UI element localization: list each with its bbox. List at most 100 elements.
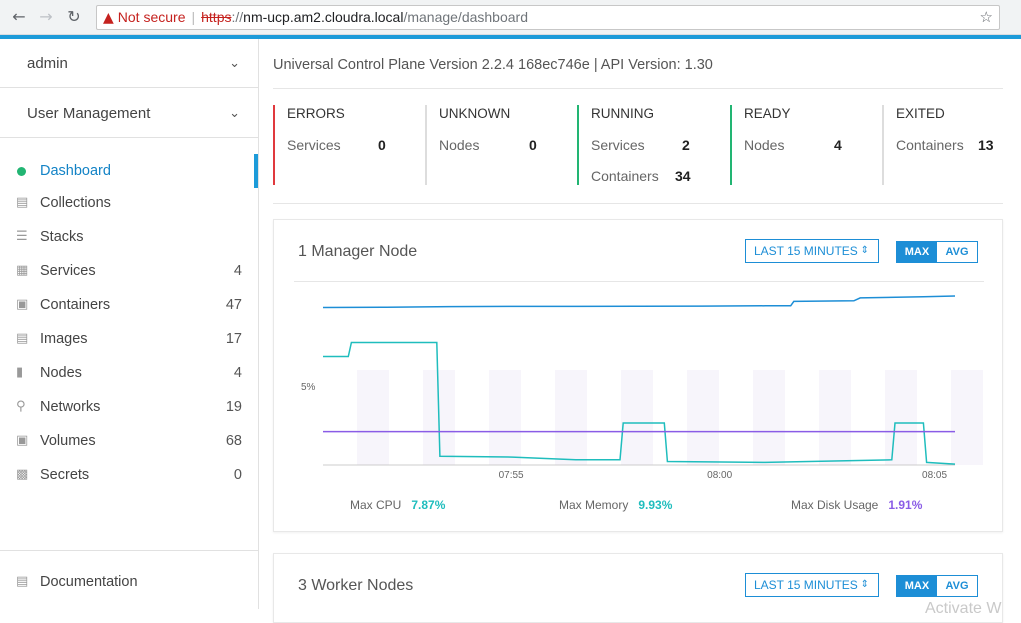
activate-windows-watermark: Activate W	[925, 600, 1002, 617]
stat-row: Nodes 4	[744, 137, 842, 153]
chart-band	[885, 370, 917, 465]
sidebar-item-documentation[interactable]: ▤ Documentation	[0, 565, 258, 599]
max-avg-toggle: MAX AVG	[896, 241, 978, 263]
stat-row: Services 0	[287, 137, 386, 153]
divider	[273, 203, 1003, 204]
legend-value: 7.87%	[411, 498, 446, 512]
network-icon: ⚲	[16, 399, 26, 414]
section-dropdown[interactable]: User Management ⌄	[0, 89, 258, 138]
sidebar-item-networks[interactable]: ⚲ Networks 19	[0, 390, 258, 424]
sidebar-item-label: Nodes	[40, 365, 82, 381]
sidebar-item-volumes[interactable]: ▣ Volumes 68	[0, 424, 258, 458]
series-line-max-memory	[322, 295, 956, 309]
stat-title: RUNNING	[591, 106, 654, 121]
bookmark-star-icon[interactable]: ☆	[980, 6, 993, 29]
stat-title: ERRORS	[287, 106, 345, 121]
sidebar-item-collections[interactable]: ▤ Collections	[0, 186, 258, 220]
stat-running[interactable]: RUNNING Services 2 Containers 34	[577, 105, 730, 185]
stat-title: EXITED	[896, 106, 945, 121]
x-tick-label: 08:05	[922, 470, 947, 481]
sort-arrows-icon: ⇕	[860, 579, 869, 590]
collections-icon: ▤	[16, 195, 29, 210]
stacks-icon: ☰	[16, 229, 28, 244]
version-info: Universal Control Plane Version 2.2.4 16…	[273, 57, 713, 73]
sidebar-item-stacks[interactable]: ☰ Stacks	[0, 220, 258, 254]
legend-label: Max Disk Usage	[791, 498, 879, 512]
chevron-down-icon: ⌄	[229, 106, 240, 121]
sidebar-item-label: Dashboard	[40, 163, 111, 179]
avg-button[interactable]: AVG	[937, 576, 977, 596]
browser-toolbar: ← → ↻ ▲ Not secure | https://nm-ucp.am2.clo…	[0, 0, 1021, 35]
sidebar-footer: ▤ Documentation	[0, 550, 258, 609]
legend-label: Max CPU	[350, 498, 402, 512]
sidebar-item-label: Stacks	[40, 229, 84, 245]
x-tick-label: 08:00	[707, 470, 732, 481]
node-icon: ▮	[16, 365, 24, 380]
services-icon: ▦	[16, 263, 29, 278]
sidebar-item-containers[interactable]: ▣ Containers 47	[0, 288, 258, 322]
divider: |	[191, 9, 196, 25]
sidebar-item-count: 0	[233, 467, 242, 483]
url-path: /manage/dashboard	[403, 9, 528, 25]
time-range-label: LAST 15 MINUTES	[754, 578, 858, 592]
sidebar-item-count: 47	[225, 297, 242, 313]
warning-triangle-icon: ▲	[103, 10, 114, 26]
stat-unknown[interactable]: UNKNOWN Nodes 0	[425, 105, 577, 185]
chart-band	[753, 370, 785, 465]
sidebar: admin ⌄ User Management ⌄ Dashboard ▤ Co…	[0, 39, 259, 609]
max-avg-toggle: MAX AVG	[896, 575, 978, 597]
avg-button[interactable]: AVG	[937, 242, 977, 262]
legend-cpu: Max CPU 7.87%	[350, 498, 445, 512]
max-button[interactable]: MAX	[897, 576, 937, 596]
reload-icon[interactable]: ↻	[64, 7, 84, 27]
sidebar-item-count: 68	[225, 433, 242, 449]
stat-title: UNKNOWN	[439, 106, 511, 121]
time-range-label: LAST 15 MINUTES	[754, 244, 858, 258]
y-tick-label: 5%	[301, 382, 316, 393]
stat-ready[interactable]: READY Nodes 4	[730, 105, 882, 185]
sidebar-item-count: 4	[233, 263, 242, 279]
stat-row: Nodes 0	[439, 137, 537, 153]
url-host: nm-ucp.am2.cloudra.local	[243, 9, 404, 25]
sidebar-item-secrets[interactable]: ▩ Secrets 0	[0, 458, 258, 492]
sidebar-item-count: 17	[225, 331, 242, 347]
sidebar-item-label: Images	[40, 331, 88, 347]
sidebar-item-label: Documentation	[40, 574, 138, 590]
container-icon: ▣	[16, 297, 29, 312]
panel-title: 3 Worker Nodes	[298, 577, 414, 594]
x-tick-label: 07:55	[499, 470, 524, 481]
sidebar-item-nodes[interactable]: ▮ Nodes 4	[0, 356, 258, 390]
security-label: Not secure	[117, 9, 186, 25]
forward-arrow-icon[interactable]: →	[36, 7, 56, 27]
sidebar-item-services[interactable]: ▦ Services 4	[0, 254, 258, 288]
manager-metrics-chart: 5% 07:55 08:00 08:05	[301, 295, 983, 481]
legend-value: 9.93%	[638, 498, 673, 512]
url-separator: ://	[231, 9, 244, 25]
divider	[273, 88, 1003, 89]
chart-band	[621, 370, 653, 465]
sidebar-item-images[interactable]: ▤ Images 17	[0, 322, 258, 356]
chart-band	[819, 370, 851, 465]
legend-memory: Max Memory 9.93%	[559, 498, 672, 512]
panel-title: 1 Manager Node	[298, 243, 418, 260]
lock-icon: ▩	[16, 467, 29, 482]
chart-background-bands	[357, 370, 983, 465]
legend-value: 1.91%	[888, 498, 923, 512]
section-name: User Management	[27, 105, 151, 122]
sidebar-item-dashboard[interactable]: Dashboard	[0, 154, 258, 188]
address-bar[interactable]: ▲ Not secure | https://nm-ucp.am2.cloudra.l…	[96, 5, 1000, 30]
sidebar-item-count: 4	[233, 365, 242, 381]
stat-errors[interactable]: ERRORS Services 0	[273, 105, 425, 185]
chart-band	[555, 370, 587, 465]
status-dot-icon	[17, 167, 26, 176]
stat-row: Containers 34	[591, 168, 691, 184]
max-button[interactable]: MAX	[897, 242, 937, 262]
stat-exited[interactable]: EXITED Containers 13	[882, 105, 1012, 185]
sidebar-item-label: Containers	[40, 297, 111, 313]
time-range-select[interactable]: LAST 15 MINUTES ⇕	[745, 573, 879, 597]
legend-label: Max Memory	[559, 498, 629, 512]
back-arrow-icon[interactable]: ←	[9, 7, 29, 27]
user-dropdown[interactable]: admin ⌄	[0, 39, 258, 88]
worker-nodes-panel: 3 Worker Nodes LAST 15 MINUTES ⇕ MAX AVG	[273, 553, 1003, 623]
time-range-select[interactable]: LAST 15 MINUTES ⇕	[745, 239, 879, 263]
